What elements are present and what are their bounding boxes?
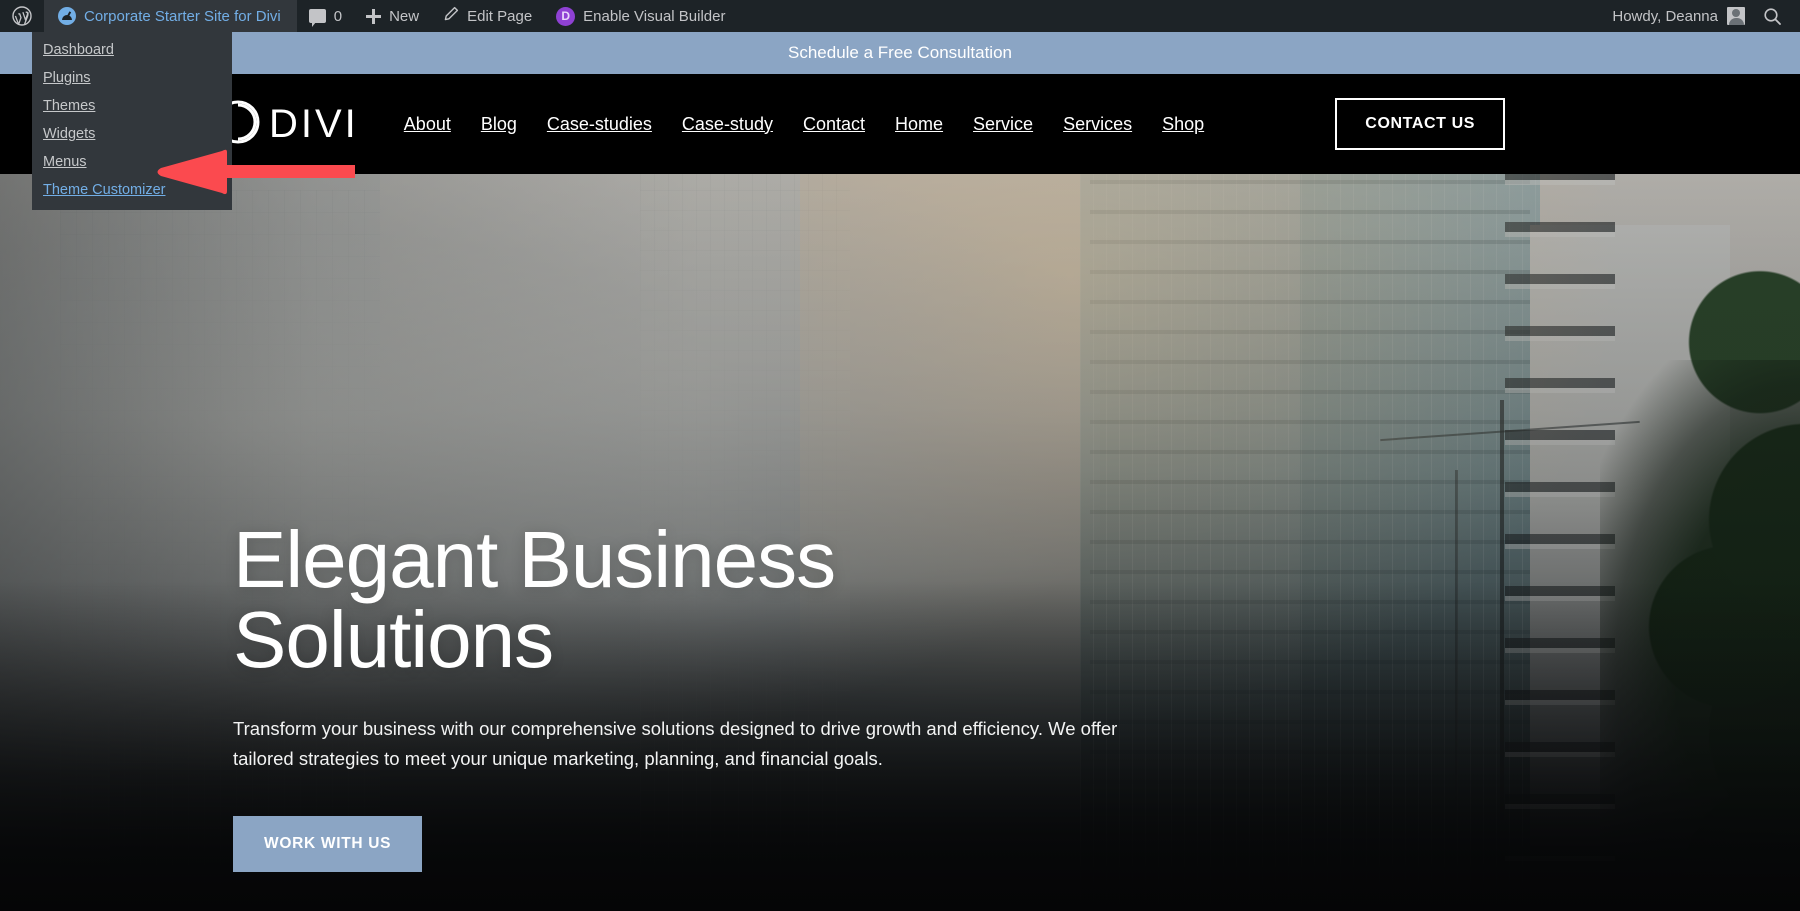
primary-navigation: About Blog Case-studies Case-study Conta… xyxy=(404,114,1204,135)
nav-item-blog[interactable]: Blog xyxy=(481,114,517,135)
wordpress-icon xyxy=(12,6,32,26)
new-content-button[interactable]: New xyxy=(354,0,431,32)
site-header: DIVI About Blog Case-studies Case-study … xyxy=(0,74,1800,174)
nav-item-contact[interactable]: Contact xyxy=(803,114,865,135)
hero-section: Elegant Business Solutions Transform you… xyxy=(233,520,1193,872)
menu-item-theme-customizer[interactable]: Theme Customizer xyxy=(32,176,232,204)
nav-item-shop[interactable]: Shop xyxy=(1162,114,1204,135)
comment-count: 0 xyxy=(334,8,342,25)
menu-item-widgets[interactable]: Widgets xyxy=(32,120,232,148)
pencil-icon xyxy=(443,6,459,26)
enable-visual-builder-button[interactable]: D Enable Visual Builder xyxy=(544,0,737,32)
browser-viewport: Schedule a Free Consultation DIVI About … xyxy=(0,0,1800,911)
wordpress-logo-button[interactable] xyxy=(0,0,44,32)
promo-banner[interactable]: Schedule a Free Consultation xyxy=(0,32,1800,74)
hero-heading-line2: Solutions xyxy=(233,595,553,684)
contact-us-button[interactable]: CONTACT US xyxy=(1335,98,1505,150)
comments-button[interactable]: 0 xyxy=(297,0,354,32)
dashboard-icon xyxy=(58,7,76,25)
account-menu[interactable]: Howdy, Deanna xyxy=(1598,0,1755,32)
nav-item-case-studies[interactable]: Case-studies xyxy=(547,114,652,135)
site-name-dropdown-menu: Dashboard Plugins Themes Widgets Menus T… xyxy=(32,32,232,210)
menu-item-dashboard[interactable]: Dashboard xyxy=(32,36,232,64)
comment-bubble-icon xyxy=(309,9,326,23)
nav-item-service[interactable]: Service xyxy=(973,114,1033,135)
site-name-label: Corporate Starter Site for Divi xyxy=(84,8,281,25)
search-button[interactable] xyxy=(1755,0,1800,32)
plus-icon xyxy=(366,9,381,24)
site-logo-text: DIVI xyxy=(269,102,359,147)
menu-item-themes[interactable]: Themes xyxy=(32,92,232,120)
hero-heading-line1: Elegant Business xyxy=(233,515,835,604)
site-name-menu[interactable]: Corporate Starter Site for Divi xyxy=(44,0,297,32)
promo-banner-text: Schedule a Free Consultation xyxy=(788,43,1012,63)
wp-admin-bar: Corporate Starter Site for Divi 0 New Ed… xyxy=(0,0,1800,32)
nav-item-home[interactable]: Home xyxy=(895,114,943,135)
menu-item-menus[interactable]: Menus xyxy=(32,148,232,176)
visual-builder-label: Enable Visual Builder xyxy=(583,8,725,25)
search-icon xyxy=(1763,7,1782,26)
nav-item-about[interactable]: About xyxy=(404,114,451,135)
work-with-us-button[interactable]: WORK WITH US xyxy=(233,816,422,872)
admin-bar-right-group: Howdy, Deanna xyxy=(1598,0,1800,32)
menu-item-plugins[interactable]: Plugins xyxy=(32,64,232,92)
new-label: New xyxy=(389,8,419,25)
avatar xyxy=(1727,7,1745,25)
nav-item-case-study[interactable]: Case-study xyxy=(682,114,773,135)
edit-page-label: Edit Page xyxy=(467,8,532,25)
hero-paragraph: Transform your business with our compreh… xyxy=(233,714,1163,774)
hero-heading: Elegant Business Solutions xyxy=(233,520,1193,680)
nav-item-services[interactable]: Services xyxy=(1063,114,1132,135)
edit-page-button[interactable]: Edit Page xyxy=(431,0,544,32)
site-logo[interactable]: DIVI xyxy=(215,99,359,150)
howdy-label: Howdy, Deanna xyxy=(1612,8,1718,25)
divi-icon: D xyxy=(556,7,575,26)
